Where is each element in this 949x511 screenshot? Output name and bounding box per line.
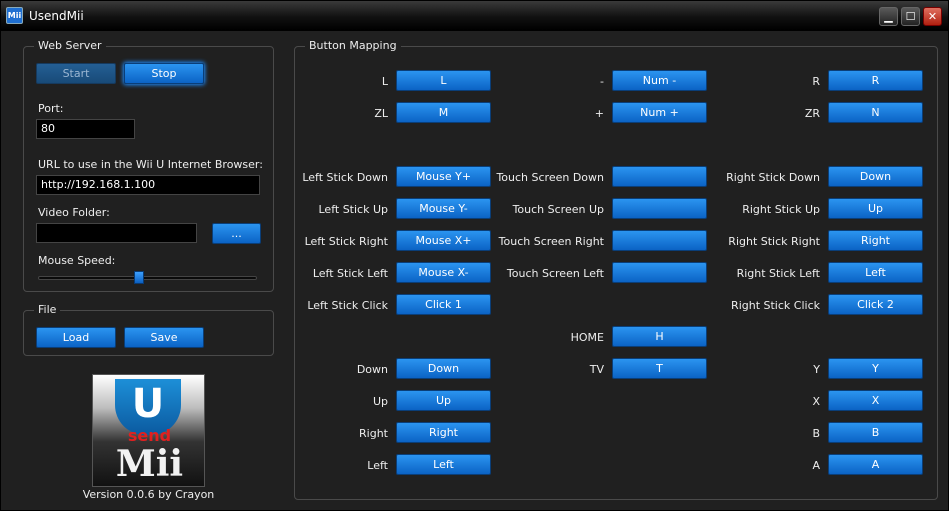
close-button[interactable]: ✕ bbox=[923, 7, 942, 26]
map-button-touch-screen-left[interactable] bbox=[612, 262, 707, 283]
web-server-group-title: Web Server bbox=[34, 39, 106, 52]
map-label-minus: - bbox=[600, 75, 604, 88]
map-label-touch-screen-down: Touch Screen Down bbox=[496, 171, 604, 184]
app-icon: Mii bbox=[6, 7, 23, 24]
map-label-right-stick-up: Right Stick Up bbox=[742, 203, 820, 216]
stop-button[interactable]: Stop bbox=[124, 63, 204, 84]
map-button-y[interactable]: Y bbox=[828, 358, 923, 379]
map-button-tv[interactable]: T bbox=[612, 358, 707, 379]
url-input[interactable]: http://192.168.1.100 bbox=[36, 175, 260, 195]
map-button-down[interactable]: Down bbox=[396, 358, 491, 379]
map-button-r[interactable]: R bbox=[828, 70, 923, 91]
map-label-right-stick-right: Right Stick Right bbox=[728, 235, 820, 248]
save-button[interactable]: Save bbox=[124, 327, 204, 348]
map-label-tv: TV bbox=[589, 363, 604, 376]
browse-folder-button[interactable]: ... bbox=[212, 223, 261, 244]
mouse-speed-slider[interactable] bbox=[38, 276, 257, 280]
usendmii-logo: U send Mii bbox=[92, 374, 205, 487]
map-button-touch-screen-up[interactable] bbox=[612, 198, 707, 219]
map-button-touch-screen-down[interactable] bbox=[612, 166, 707, 187]
load-button[interactable]: Load bbox=[36, 327, 116, 348]
map-label-a: A bbox=[812, 459, 820, 472]
map-button-zl[interactable]: M bbox=[396, 102, 491, 123]
mouse-speed-label: Mouse Speed: bbox=[38, 254, 116, 267]
map-label-r: R bbox=[812, 75, 820, 88]
map-label-right-stick-click: Right Stick Click bbox=[731, 299, 820, 312]
map-button-a[interactable]: A bbox=[828, 454, 923, 475]
map-label-right-stick-down: Right Stick Down bbox=[726, 171, 820, 184]
map-label-zl: ZL bbox=[374, 107, 388, 120]
map-button-minus[interactable]: Num - bbox=[612, 70, 707, 91]
map-label-x: X bbox=[812, 395, 820, 408]
map-label-left-stick-down: Left Stick Down bbox=[302, 171, 388, 184]
map-button-left-stick-up[interactable]: Mouse Y- bbox=[396, 198, 491, 219]
map-label-left: Left bbox=[367, 459, 388, 472]
minimize-button[interactable]: ▁ bbox=[879, 7, 898, 26]
mouse-speed-slider-thumb[interactable] bbox=[134, 271, 145, 284]
map-button-right-stick-up[interactable]: Up bbox=[828, 198, 923, 219]
map-button-right-stick-left[interactable]: Left bbox=[828, 262, 923, 283]
map-label-zr: ZR bbox=[804, 107, 820, 120]
video-folder-label: Video Folder: bbox=[38, 206, 110, 219]
port-input[interactable]: 80 bbox=[36, 119, 135, 139]
map-label-down: Down bbox=[356, 363, 388, 376]
map-label-b: B bbox=[812, 427, 820, 440]
map-label-right-stick-left: Right Stick Left bbox=[736, 267, 820, 280]
map-label-right: Right bbox=[359, 427, 388, 440]
map-label-touch-screen-right: Touch Screen Right bbox=[498, 235, 604, 248]
map-label-home: HOME bbox=[570, 331, 604, 344]
map-label-left-stick-click: Left Stick Click bbox=[307, 299, 388, 312]
window-title: UsendMii bbox=[29, 9, 84, 23]
map-label-up: Up bbox=[372, 395, 388, 408]
map-label-touch-screen-up: Touch Screen Up bbox=[512, 203, 604, 216]
map-label-left-stick-up: Left Stick Up bbox=[318, 203, 389, 216]
map-button-left[interactable]: Left bbox=[396, 454, 491, 475]
map-label-y: Y bbox=[813, 363, 820, 376]
version-label: Version 0.0.6 by Crayon bbox=[82, 488, 215, 501]
map-button-right[interactable]: Right bbox=[396, 422, 491, 443]
maximize-button[interactable]: ☐ bbox=[901, 7, 920, 26]
app-window: Mii UsendMii ▁ ☐ ✕ Web Server Start Stop… bbox=[0, 0, 949, 511]
map-button-touch-screen-right[interactable] bbox=[612, 230, 707, 251]
map-button-x[interactable]: X bbox=[828, 390, 923, 411]
map-button-left-stick-click[interactable]: Click 1 bbox=[396, 294, 491, 315]
map-button-left-stick-right[interactable]: Mouse X+ bbox=[396, 230, 491, 251]
map-label-plus: + bbox=[594, 107, 604, 120]
map-label-left-stick-left: Left Stick Left bbox=[312, 267, 388, 280]
logo-mii: Mii bbox=[115, 443, 184, 485]
map-button-home[interactable]: H bbox=[612, 326, 707, 347]
map-button-right-stick-down[interactable]: Down bbox=[828, 166, 923, 187]
map-button-b[interactable]: B bbox=[828, 422, 923, 443]
title-bar[interactable]: Mii UsendMii ▁ ☐ ✕ bbox=[1, 1, 948, 31]
port-label: Port: bbox=[38, 102, 64, 115]
map-button-right-stick-right[interactable]: Right bbox=[828, 230, 923, 251]
start-button[interactable]: Start bbox=[36, 63, 116, 84]
map-button-zr[interactable]: N bbox=[828, 102, 923, 123]
map-button-up[interactable]: Up bbox=[396, 390, 491, 411]
map-button-l[interactable]: L bbox=[396, 70, 491, 91]
map-label-l: L bbox=[381, 75, 388, 88]
map-button-plus[interactable]: Num + bbox=[612, 102, 707, 123]
file-group-title: File bbox=[34, 303, 61, 316]
map-button-left-stick-left[interactable]: Mouse X- bbox=[396, 262, 491, 283]
map-label-left-stick-right: Left Stick Right bbox=[304, 235, 388, 248]
map-label-touch-screen-left: Touch Screen Left bbox=[506, 267, 604, 280]
map-button-right-stick-click[interactable]: Click 2 bbox=[828, 294, 923, 315]
button-mapping-group-title: Button Mapping bbox=[305, 39, 401, 52]
url-label: URL to use in the Wii U Internet Browser… bbox=[38, 158, 263, 171]
map-button-left-stick-down[interactable]: Mouse Y+ bbox=[396, 166, 491, 187]
video-folder-input[interactable] bbox=[36, 223, 197, 243]
